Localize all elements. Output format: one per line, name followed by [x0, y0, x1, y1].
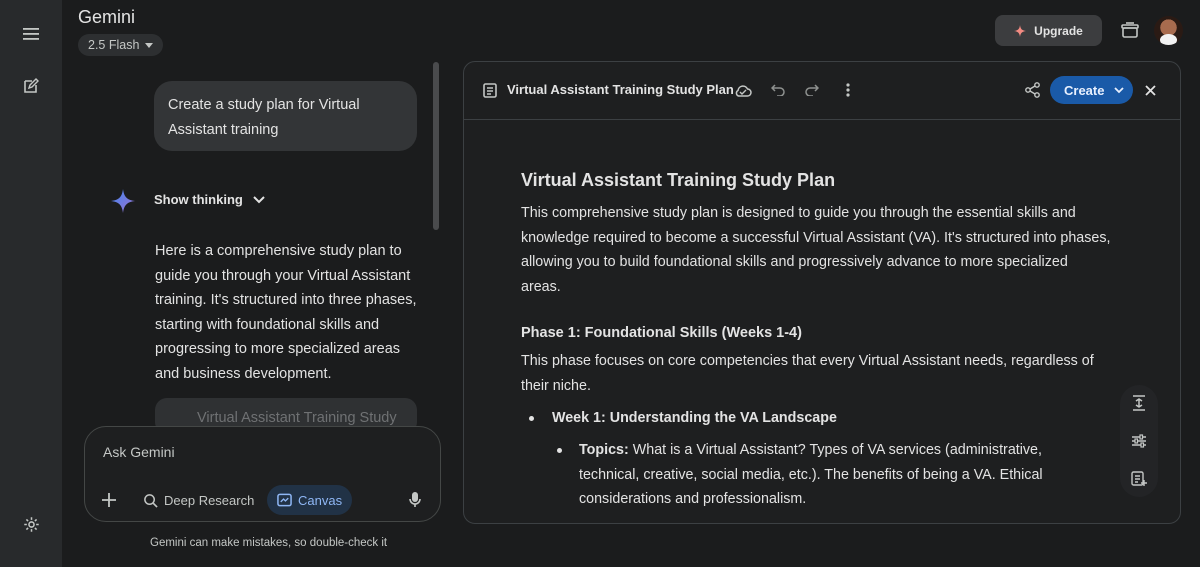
user-message: Create a study plan for Virtual Assistan… [154, 81, 417, 151]
canvas-label: Canvas [298, 492, 343, 508]
doc-heading: Virtual Assistant Training Study Plan [521, 170, 836, 190]
microphone-button[interactable] [409, 485, 421, 515]
gift-icon[interactable] [1118, 18, 1142, 42]
settings-icon[interactable] [16, 509, 46, 539]
new-chat-icon[interactable] [16, 71, 46, 101]
canvas-side-toolbar [1120, 385, 1158, 497]
show-thinking-toggle[interactable]: Show thinking [154, 192, 265, 207]
app-title: Gemini [78, 7, 136, 27]
close-icon[interactable] [1140, 80, 1160, 100]
deep-research-label: Deep Research [164, 492, 255, 508]
create-label: Create [1064, 82, 1105, 98]
upgrade-button[interactable]: Upgrade [995, 15, 1102, 46]
adjust-length-icon[interactable] [1129, 393, 1149, 413]
show-thinking-label: Show thinking [154, 192, 243, 207]
microphone-icon [409, 492, 421, 507]
upgrade-label: Upgrade [1034, 23, 1083, 38]
canvas-title: Virtual Assistant Training Study Plan [507, 82, 734, 97]
cloud-saved-icon[interactable] [733, 80, 753, 100]
week1-topics: Topics: What is a Virtual Assistant? Typ… [579, 438, 1089, 512]
topics-text: What is a Virtual Assistant? Types of VA… [579, 442, 1043, 508]
chevron-down-icon [1114, 86, 1125, 93]
deep-research-button[interactable]: Deep Research [143, 485, 254, 515]
undo-icon[interactable] [768, 80, 788, 100]
canvas-panel: Virtual Assistant Training Study Plan Cr… [463, 61, 1181, 524]
menu-icon[interactable] [16, 19, 46, 49]
canvas-toolbar: Virtual Assistant Training Study Plan Cr… [464, 62, 1180, 120]
create-button[interactable]: Create [1050, 76, 1133, 104]
left-rail [0, 0, 62, 567]
tune-icon[interactable] [1129, 431, 1149, 451]
add-button[interactable] [101, 485, 117, 515]
plus-icon [102, 493, 116, 507]
sparkle-icon [1014, 24, 1027, 37]
add-note-icon[interactable] [1129, 469, 1149, 489]
model-label: 2.5 Flash [88, 38, 140, 52]
canvas-card-title: Virtual Assistant Training Study [197, 410, 397, 426]
chat-scrollbar[interactable] [433, 62, 439, 230]
gemini-spark-icon [111, 189, 135, 213]
topics-label: Topics: [579, 442, 629, 458]
phase1-text: This phase focuses on core competencies … [521, 353, 1094, 394]
deep-research-icon [144, 493, 158, 508]
bullet-dot [529, 416, 534, 421]
share-icon[interactable] [1022, 80, 1042, 100]
document-icon [483, 83, 497, 98]
canvas-icon [277, 493, 292, 507]
phase1-heading: Phase 1: Foundational Skills (Weeks 1-4) [521, 325, 802, 342]
chevron-down-icon [145, 42, 154, 48]
prompt-input[interactable]: Ask Gemini Deep Research Canvas [84, 426, 441, 522]
doc-intro: This comprehensive study plan is designe… [521, 205, 1111, 295]
prompt-placeholder[interactable]: Ask Gemini [103, 444, 175, 460]
bullet-dot [557, 448, 562, 453]
week1-heading: Week 1: Understanding the VA Landscape [552, 410, 837, 426]
disclaimer: Gemini can make mistakes, so double-chec… [150, 537, 388, 549]
model-selector[interactable]: 2.5 Flash [78, 34, 164, 56]
chevron-down-icon [253, 195, 265, 203]
avatar[interactable] [1154, 16, 1183, 45]
canvas-button[interactable]: Canvas [267, 485, 353, 515]
redo-icon[interactable] [802, 80, 822, 100]
more-options-icon[interactable] [838, 80, 858, 100]
canvas-document[interactable]: Virtual Assistant Training Study Plan Th… [521, 166, 1111, 399]
assistant-reply: Here is a comprehensive study plan to gu… [155, 243, 417, 382]
